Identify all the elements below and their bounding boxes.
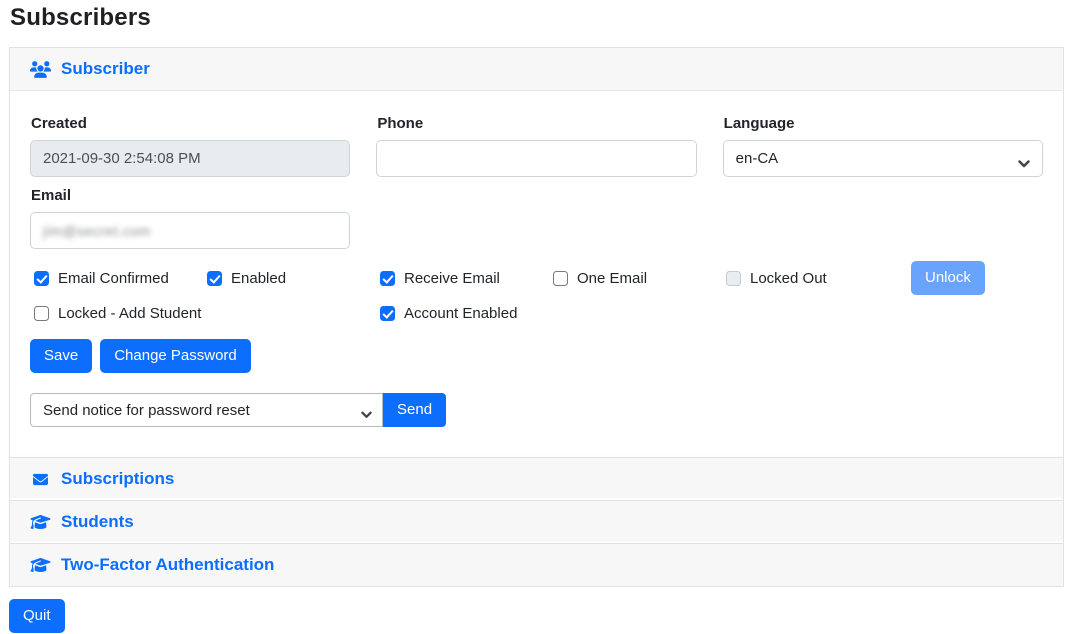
subscriber-accordion: Subscriber Created 2021-09-30 2:54:08 PM…: [9, 47, 1064, 587]
enabled-checkbox[interactable]: [207, 271, 222, 286]
account-enabled-label: Account Enabled: [404, 305, 517, 322]
one-email-checkbox[interactable]: [553, 271, 568, 286]
section-header-two-factor[interactable]: Two-Factor Authentication: [10, 543, 1063, 586]
phone-input[interactable]: [376, 140, 696, 177]
graduation-cap-icon: [30, 514, 51, 530]
check-account-enabled: Account Enabled: [376, 305, 549, 322]
phone-label: Phone: [377, 115, 696, 132]
language-selected-value: en-CA: [736, 150, 779, 167]
users-icon: [30, 61, 51, 78]
subscriber-panel: Created 2021-09-30 2:54:08 PM Phone Lang…: [10, 91, 1063, 457]
email-confirmed-label: Email Confirmed: [58, 270, 169, 287]
subscribers-page: Subscribers Subscriber Created 2021-09-3…: [0, 4, 1082, 633]
page-title: Subscribers: [10, 4, 1073, 32]
language-label: Language: [724, 115, 1043, 132]
checkbox-row-2: Locked - Add Student Account Enabled: [30, 303, 1043, 324]
section-label-two-factor: Two-Factor Authentication: [61, 555, 274, 575]
enabled-label: Enabled: [231, 270, 286, 287]
created-label: Created: [31, 115, 350, 132]
section-header-subscriptions[interactable]: Subscriptions: [10, 457, 1063, 500]
locked-add-student-label: Locked - Add Student: [58, 305, 201, 322]
section-header-subscriber[interactable]: Subscriber: [10, 48, 1063, 91]
graduation-cap-icon: [30, 557, 51, 573]
one-email-label: One Email: [577, 270, 647, 287]
send-button[interactable]: Send: [383, 393, 446, 427]
created-input: 2021-09-30 2:54:08 PM: [30, 140, 350, 177]
envelope-icon: [30, 472, 51, 487]
quit-button[interactable]: Quit: [9, 599, 65, 633]
section-label-subscriptions: Subscriptions: [61, 469, 174, 489]
receive-email-label: Receive Email: [404, 270, 500, 287]
notice-select[interactable]: Send notice for password reset: [30, 393, 383, 427]
email-confirmed-checkbox[interactable]: [34, 271, 49, 286]
check-one-email: One Email: [549, 270, 722, 287]
checkbox-row-1: Email Confirmed Enabled Receive Email On…: [30, 261, 1043, 295]
check-locked-add-student: Locked - Add Student: [30, 305, 376, 322]
email-redacted-value: jim@secret.com: [43, 223, 151, 239]
chevron-down-icon: [361, 406, 372, 423]
check-locked-out: Locked Out: [722, 270, 895, 287]
chevron-down-icon: [1018, 155, 1030, 172]
email-label: Email: [31, 187, 350, 204]
check-enabled: Enabled: [203, 270, 376, 287]
check-receive-email: Receive Email: [376, 270, 549, 287]
section-label-students: Students: [61, 512, 134, 532]
email-input[interactable]: jim@secret.com: [30, 212, 350, 249]
change-password-button[interactable]: Change Password: [100, 339, 251, 373]
language-select[interactable]: en-CA: [723, 140, 1043, 177]
notice-selected-value: Send notice for password reset: [43, 402, 250, 419]
section-header-students[interactable]: Students: [10, 500, 1063, 543]
account-enabled-checkbox[interactable]: [380, 306, 395, 321]
save-button[interactable]: Save: [30, 339, 92, 373]
locked-out-label: Locked Out: [750, 270, 827, 287]
locked-add-student-checkbox[interactable]: [34, 306, 49, 321]
section-label-subscriber: Subscriber: [61, 59, 150, 79]
unlock-button: Unlock: [911, 261, 985, 295]
locked-out-checkbox: [726, 271, 741, 286]
check-email-confirmed: Email Confirmed: [30, 270, 203, 287]
receive-email-checkbox[interactable]: [380, 271, 395, 286]
